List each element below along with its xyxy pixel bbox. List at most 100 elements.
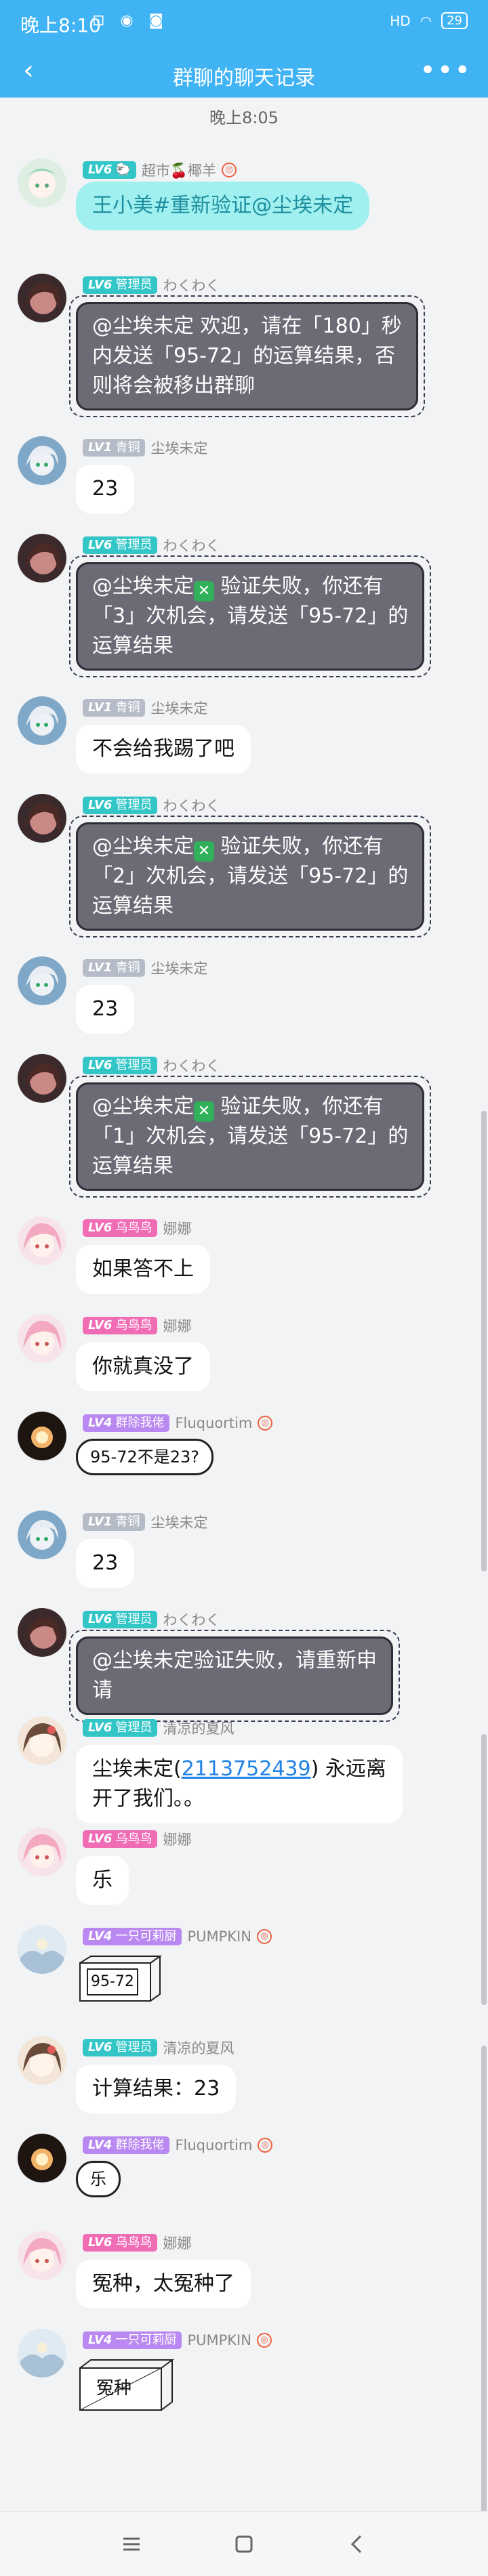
scrollbar-segment[interactable] bbox=[481, 2046, 487, 2533]
member-ring-icon: ◎ bbox=[222, 163, 237, 177]
user-id-link[interactable]: 2113752439 bbox=[182, 1757, 311, 1781]
avatar[interactable] bbox=[18, 1412, 66, 1460]
status-right: HD ◠ 29 bbox=[390, 12, 468, 29]
timestamp: 晚上8:05 bbox=[209, 108, 279, 127]
member-ring-icon: ◎ bbox=[258, 1416, 273, 1431]
message-bubble[interactable]: 23 bbox=[76, 465, 135, 513]
sender-name: 清凉的夏风 bbox=[163, 2040, 235, 2056]
sender-meta: LV6 乌鸟鸟 娜娜 bbox=[83, 2233, 191, 2253]
message-bubble[interactable]: 不会给我踢了吧 bbox=[76, 725, 251, 774]
message-item: LV6 管理员 清凉的夏风 计算结果：23 bbox=[0, 2036, 488, 2113]
avatar[interactable] bbox=[18, 1716, 66, 1765]
sender-name: わくわく bbox=[163, 798, 220, 814]
avatar[interactable] bbox=[18, 1511, 66, 1559]
message-item: LV1 青铜 尘埃未定 不会给我踢了吧 bbox=[0, 696, 488, 774]
message-bubble[interactable]: 计算结果：23 bbox=[76, 2065, 237, 2113]
message-item: LV4 一只可莉厨 PUMPKIN ◎ 冤种 bbox=[0, 2329, 488, 2417]
avatar[interactable] bbox=[18, 794, 66, 843]
message-bubble[interactable]: @尘埃未定 欢迎，请在「180」秒 内发送「95-72」的运算结果，否 则将会被移出… bbox=[69, 295, 425, 417]
chat-header: ‹ 群聊的聊天记录 ••• bbox=[0, 46, 488, 98]
avatar[interactable] bbox=[18, 1054, 66, 1103]
message-bubble[interactable]: 23 bbox=[76, 985, 135, 1034]
sender-name: 尘埃未定 bbox=[150, 960, 208, 977]
message-item: LV1 青铜 尘埃未定 23 bbox=[0, 436, 488, 513]
avatar[interactable] bbox=[18, 956, 66, 1005]
message-bubble[interactable]: 23 bbox=[76, 1539, 135, 1588]
menu-icon[interactable] bbox=[115, 2528, 148, 2560]
avatar[interactable] bbox=[18, 534, 66, 583]
home-icon[interactable] bbox=[228, 2528, 260, 2560]
back-nav-icon[interactable] bbox=[340, 2528, 373, 2560]
level-badge: LV6 乌鸟鸟 bbox=[83, 1219, 158, 1237]
sender-meta: LV1 青铜 尘埃未定 bbox=[83, 958, 207, 978]
sender-meta: LV1 青铜 尘埃未定 bbox=[83, 438, 207, 458]
sender-meta: LV6 管理员 清凉的夏风 bbox=[83, 1718, 234, 1738]
sender-meta: LV6 管理员 わくわく bbox=[83, 535, 220, 555]
level-badge: LV4 一只可莉厨 bbox=[83, 2331, 182, 2349]
message-bubble[interactable]: @尘埃未定 ✕ 验证失败，你还有 「1」次机会，请发送「95-72」的 运算结果 bbox=[68, 1076, 432, 1198]
sender-meta: LV6 管理员 わくわく bbox=[83, 275, 220, 295]
avatar[interactable] bbox=[18, 2231, 66, 2280]
scrollbar[interactable] bbox=[481, 1111, 487, 1571]
member-ring-icon: ◎ bbox=[258, 2138, 273, 2153]
message-bubble[interactable]: 95-72 bbox=[76, 1954, 164, 2010]
sender-meta: LV6 管理员 わくわく bbox=[83, 1055, 220, 1076]
message-bubble[interactable]: @尘埃未定 ✕ 验证失败，你还有 「2」次机会，请发送「95-72」的 运算结果 bbox=[68, 816, 432, 937]
level-badge: LV6 乌鸟鸟 bbox=[83, 2234, 158, 2252]
message-bubble[interactable]: 冤种，太冤种了 bbox=[76, 2260, 251, 2308]
member-ring-icon: ◎ bbox=[256, 1929, 272, 1944]
member-ring-icon: ◎ bbox=[256, 2333, 272, 2348]
message-item: LV6 管理员 わくわく @尘埃未定 ✕ 验证失败，你还有 「3」次机会，请发送「95… bbox=[0, 534, 488, 677]
message-item: LV1 青铜 尘埃未定 23 bbox=[0, 956, 488, 1034]
message-bubble[interactable]: @尘埃未定验证失败，请重新申请 bbox=[69, 1630, 400, 1722]
more-options-icon[interactable]: ••• bbox=[420, 56, 472, 85]
chat-history[interactable]: 晚上8:05 LV6 🐑 超市🍒椰羊 ◎ 王小美#重新验证@尘埃未定 LV6 管理员… bbox=[0, 98, 488, 2411]
sender-meta: LV4 一只可莉厨 PUMPKIN ◎ bbox=[83, 2330, 272, 2350]
message-bubble[interactable]: 乐 bbox=[76, 1856, 129, 1905]
avatar[interactable] bbox=[18, 2036, 66, 2085]
message-bubble[interactable]: @尘埃未定 ✕ 验证失败，你还有 「3」次机会，请发送「95-72」的 运算结果 bbox=[68, 555, 432, 677]
avatar[interactable] bbox=[18, 274, 66, 322]
message-bubble[interactable]: 乐 bbox=[76, 2161, 121, 2197]
message-bubble[interactable]: 王小美#重新验证@尘埃未定 bbox=[76, 182, 370, 230]
level-badge: LV6 管理员 bbox=[83, 1719, 158, 1737]
level-badge: LV6 管理员 bbox=[83, 1611, 158, 1628]
cross-icon: ✕ bbox=[194, 581, 214, 601]
message-item: LV6 管理员 わくわく @尘埃未定 欢迎，请在「180」秒 内发送「95-72」的… bbox=[0, 274, 488, 417]
sender-name: 尘埃未定 bbox=[150, 440, 208, 457]
message-item: LV6 管理员 わくわく @尘埃未定验证失败，请重新申请 bbox=[0, 1608, 488, 1722]
avatar[interactable] bbox=[18, 2134, 66, 2182]
message-bubble[interactable]: 你就真没了 bbox=[76, 1343, 210, 1391]
avatar[interactable] bbox=[18, 696, 66, 745]
message-bubble[interactable]: 95-72不是23? bbox=[76, 1439, 214, 1475]
battery-icon: 29 bbox=[441, 12, 468, 29]
avatar[interactable] bbox=[18, 2329, 66, 2378]
avatar[interactable] bbox=[18, 1608, 66, 1657]
avatar[interactable] bbox=[18, 1925, 66, 1974]
message-bubble[interactable]: 冤种 bbox=[76, 2357, 178, 2420]
level-badge: LV1 青铜 bbox=[83, 699, 146, 717]
signal-icon: HD bbox=[390, 12, 411, 29]
sender-meta: LV6 乌鸟鸟 娜娜 bbox=[83, 1829, 191, 1849]
message-bubble[interactable]: 如果答不上 bbox=[76, 1245, 210, 1294]
sender-meta: LV6 🐑 超市🍒椰羊 ◎ bbox=[83, 160, 237, 180]
avatar[interactable] bbox=[18, 436, 66, 485]
scrollbar-segment[interactable] bbox=[481, 1734, 487, 2005]
sender-meta: LV6 管理员 わくわく bbox=[83, 795, 220, 816]
sender-meta: LV1 青铜 尘埃未定 bbox=[83, 698, 207, 718]
sender-name: 清凉的夏风 bbox=[163, 1720, 235, 1737]
avatar[interactable] bbox=[18, 1217, 66, 1265]
avatar[interactable] bbox=[18, 159, 66, 207]
message-item: LV4 群除我佬 Fluquortim ◎ 95-72不是23? bbox=[0, 1412, 488, 1486]
avatar[interactable] bbox=[18, 1828, 66, 1876]
level-badge: LV4 群除我佬 bbox=[83, 2136, 170, 2154]
level-badge: LV6 管理员 bbox=[83, 2039, 158, 2056]
level-badge: LV6 管理员 bbox=[83, 1057, 158, 1074]
level-badge: LV6 管理员 bbox=[83, 797, 158, 814]
avatar[interactable] bbox=[18, 1314, 66, 1363]
status-bar: 晚上8:10 ⊡ ◉ ◙ HD ◠ 29 bbox=[0, 0, 488, 46]
message-item: LV6 乌鸟鸟 娜娜 冤种，太冤种了 bbox=[0, 2231, 488, 2308]
level-badge: LV6 乌鸟鸟 bbox=[83, 1317, 158, 1334]
sender-name: わくわく bbox=[163, 1612, 220, 1628]
message-bubble[interactable]: 尘埃未定(2113752439) 永远离 开了我们。。 bbox=[76, 1745, 403, 1823]
